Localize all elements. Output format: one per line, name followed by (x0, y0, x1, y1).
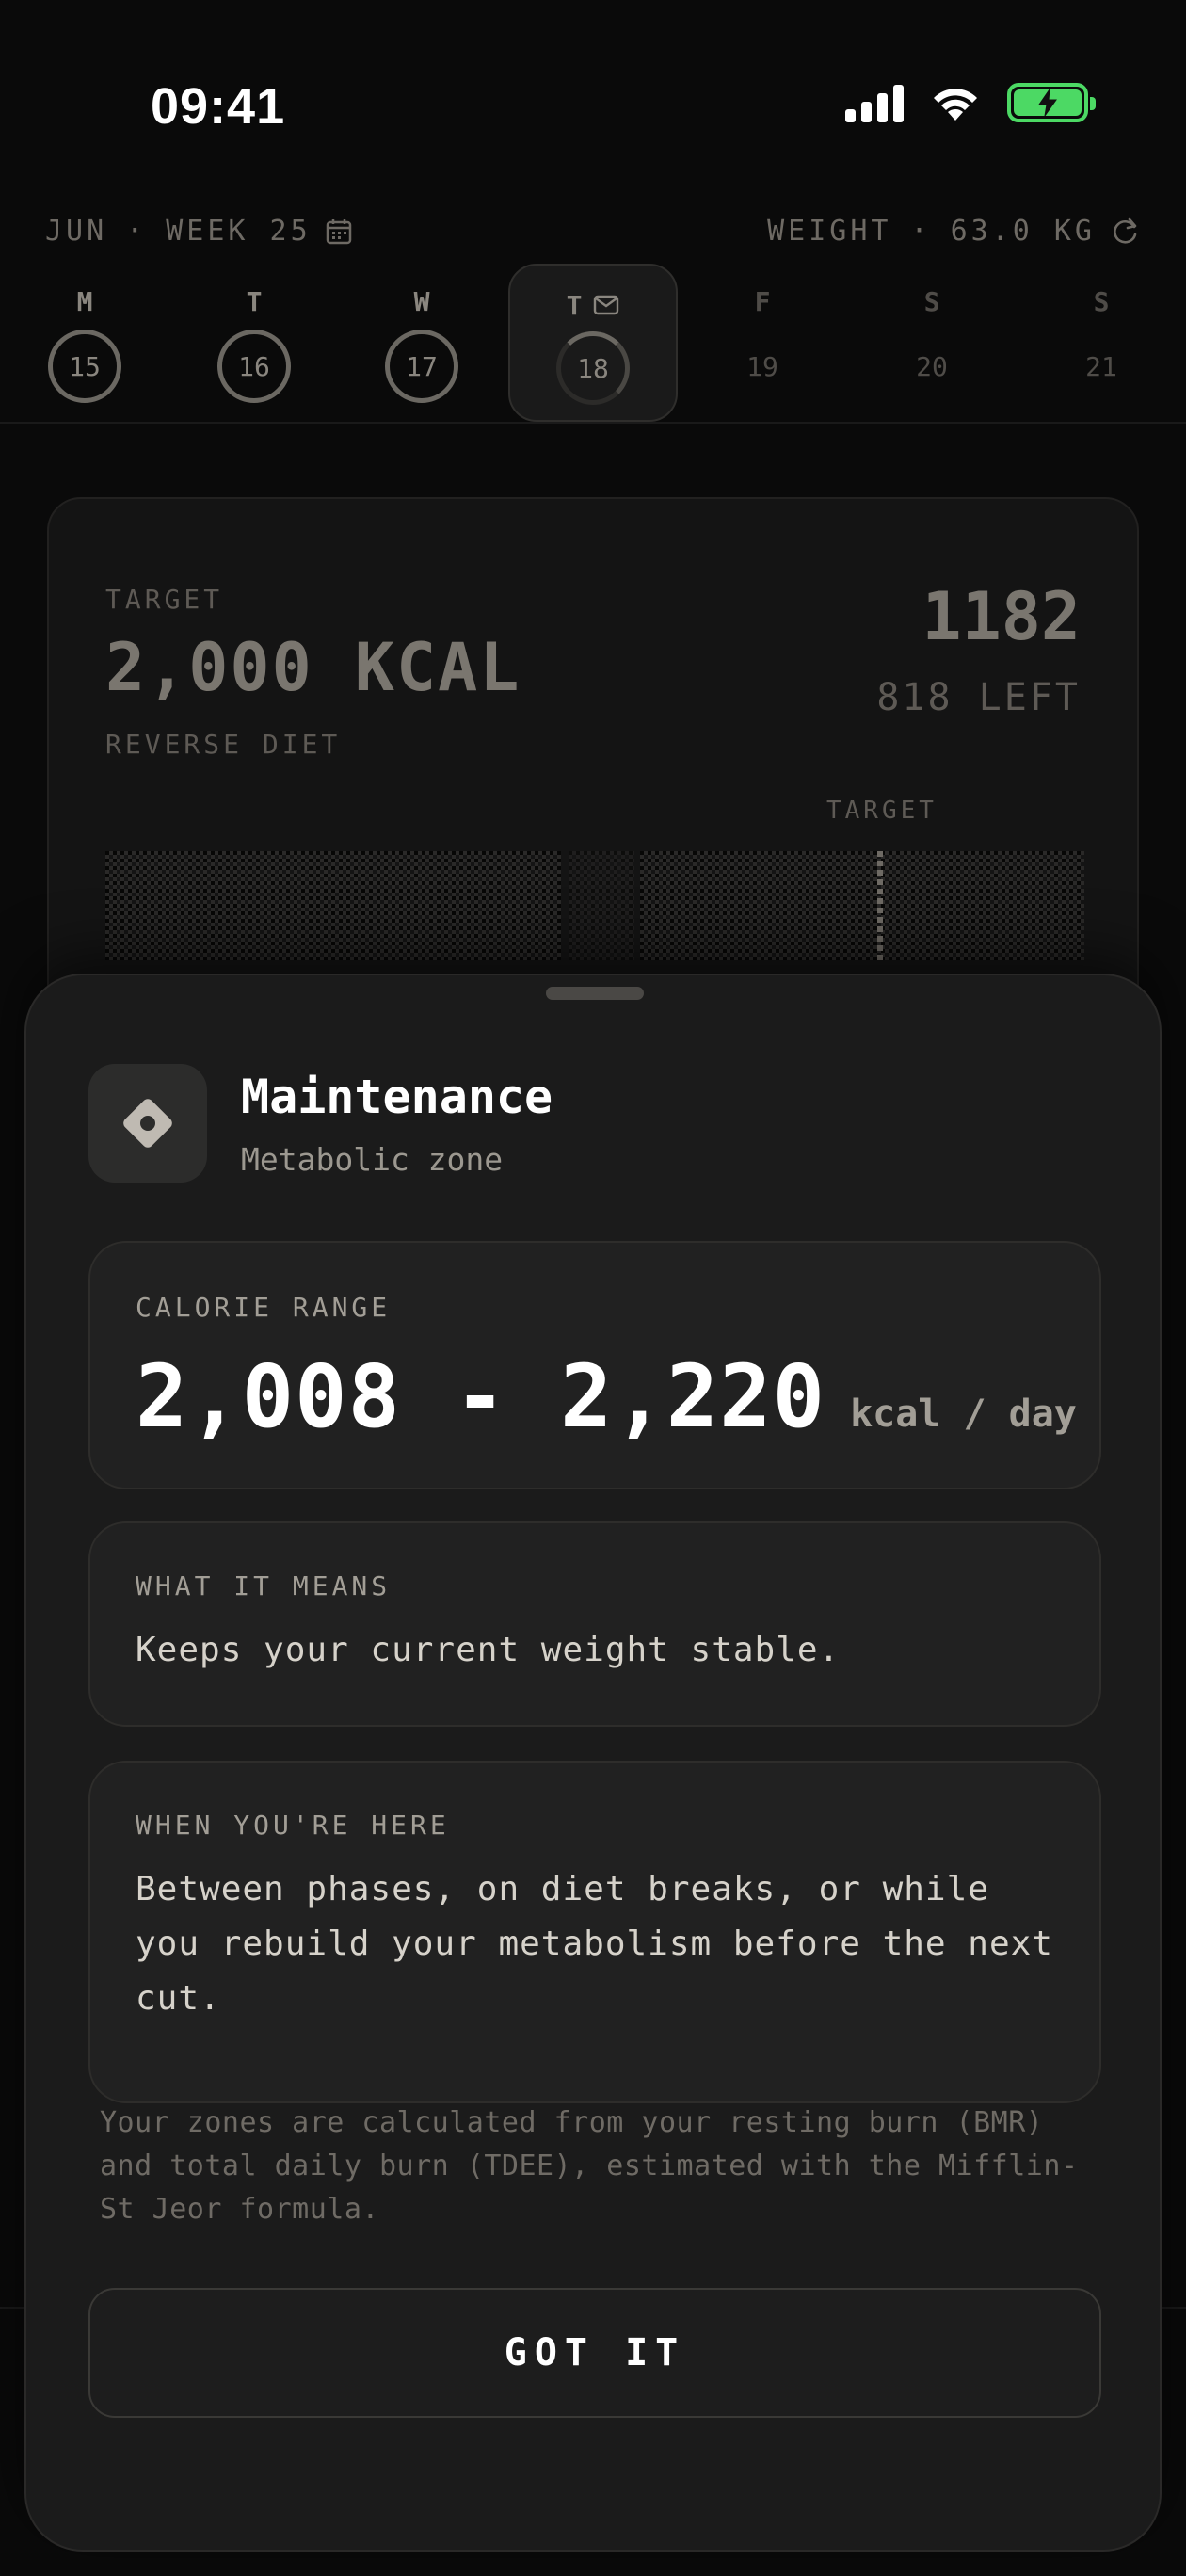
header-divider (0, 422, 1186, 424)
month-label: JUN (45, 215, 108, 248)
calorie-zone-bar (105, 851, 1084, 960)
status-time: 09:41 (151, 78, 286, 135)
when-youre-here-text: Between phases, on diet breaks, or while… (136, 1870, 1053, 2018)
day-tuesday[interactable]: T 16 (169, 264, 339, 424)
weight-display[interactable]: WEIGHT · 63.0 KG (767, 215, 1141, 248)
day-wednesday[interactable]: W 17 (337, 264, 506, 424)
zone-subtitle: Metabolic zone (241, 1141, 504, 1178)
calorie-range-value: 2,008 - 2,220 (136, 1346, 826, 1447)
status-bar: 09:41 (0, 0, 1186, 217)
bar-target-label: TARGET (826, 797, 938, 825)
week-days-row: M 15 T 16 W 17 T 18 F 19 S 20 S 21 (0, 264, 1186, 424)
day-date-plain: 19 (726, 330, 799, 403)
day-sunday[interactable]: S 21 (1017, 264, 1186, 424)
day-date: 16 (238, 350, 270, 382)
day-date-plain: 21 (1065, 330, 1138, 403)
day-monday[interactable]: M 15 (0, 264, 169, 424)
day-progress-ring: 18 (556, 331, 630, 405)
week-label: WEEK 25 (166, 215, 312, 248)
what-it-means-text: Keeps your current weight stable. (136, 1631, 841, 1669)
zone-title: Maintenance (241, 1070, 553, 1124)
sheet-grabber[interactable] (546, 987, 644, 1000)
diet-mode: REVERSE DIET (105, 729, 342, 760)
cellular-signal-icon (845, 83, 904, 122)
target-label: TARGET (105, 584, 224, 615)
calorie-range-card: CALORIE RANGE 2,008 - 2,220 kcal / day (88, 1241, 1101, 1489)
separator: · (910, 215, 932, 248)
day-progress-ring: 17 (385, 330, 458, 403)
day-date: 20 (916, 350, 948, 382)
calendar-icon (326, 218, 351, 244)
status-icons (845, 83, 1096, 122)
day-letter: S (923, 286, 940, 317)
day-letter: F (754, 286, 771, 317)
got-it-button[interactable]: GOT IT (88, 2288, 1101, 2418)
bar-segment (640, 851, 1084, 960)
bar-segment (105, 851, 561, 960)
week-selector[interactable]: JUN · WEEK 25 (45, 215, 353, 248)
separator: · (126, 215, 148, 248)
day-date: 19 (746, 350, 778, 382)
bar-segment (569, 851, 634, 960)
weight-label: WEIGHT (767, 215, 892, 248)
weight-value: 63.0 KG (950, 215, 1096, 248)
when-youre-here-card: WHEN YOU'RE HERE Between phases, on diet… (88, 1761, 1101, 2103)
when-youre-here-label: WHEN YOU'RE HERE (136, 1810, 450, 1841)
what-it-means-label: WHAT IT MEANS (136, 1570, 392, 1602)
day-date: 18 (577, 352, 609, 384)
day-date-plain: 20 (895, 330, 969, 403)
day-letter: W (413, 286, 430, 317)
zone-info-sheet: Maintenance Metabolic zone CALORIE RANGE… (24, 974, 1162, 2552)
day-progress-ring: 15 (48, 330, 121, 403)
day-friday[interactable]: F 19 (678, 264, 847, 424)
week-header: JUN · WEEK 25 WEIGHT · 63.0 KG (45, 215, 1141, 252)
day-date: 17 (406, 350, 438, 382)
day-letter: M (76, 286, 93, 317)
zone-icon-tile (88, 1064, 207, 1183)
calculation-footnote: Your zones are calculated from your rest… (100, 2106, 1079, 2226)
wifi-icon (934, 89, 977, 121)
day-letter: S (1093, 286, 1110, 317)
calorie-range-unit: kcal / day (850, 1393, 1077, 1436)
day-date: 15 (69, 350, 101, 382)
calorie-range-label: CALORIE RANGE (136, 1292, 392, 1323)
charging-bolt-icon (1038, 89, 1057, 116)
day-letter: T (566, 289, 583, 321)
target-marker (877, 851, 883, 960)
target-kcal: 2,000 KCAL (105, 629, 521, 706)
day-date: 21 (1085, 350, 1117, 382)
day-letter: T (246, 286, 263, 317)
kcal-eaten: 1182 (922, 578, 1081, 655)
what-it-means-card: WHAT IT MEANS Keeps your current weight … (88, 1521, 1101, 1727)
kcal-left: 818 LEFT (876, 676, 1081, 719)
diamond-icon (123, 1099, 172, 1148)
battery-icon (1007, 83, 1096, 122)
day-thursday-today[interactable]: T 18 (508, 264, 678, 422)
mail-icon (594, 295, 619, 315)
day-saturday[interactable]: S 20 (847, 264, 1017, 424)
day-progress-ring: 16 (217, 330, 291, 403)
refresh-icon (1114, 217, 1137, 243)
